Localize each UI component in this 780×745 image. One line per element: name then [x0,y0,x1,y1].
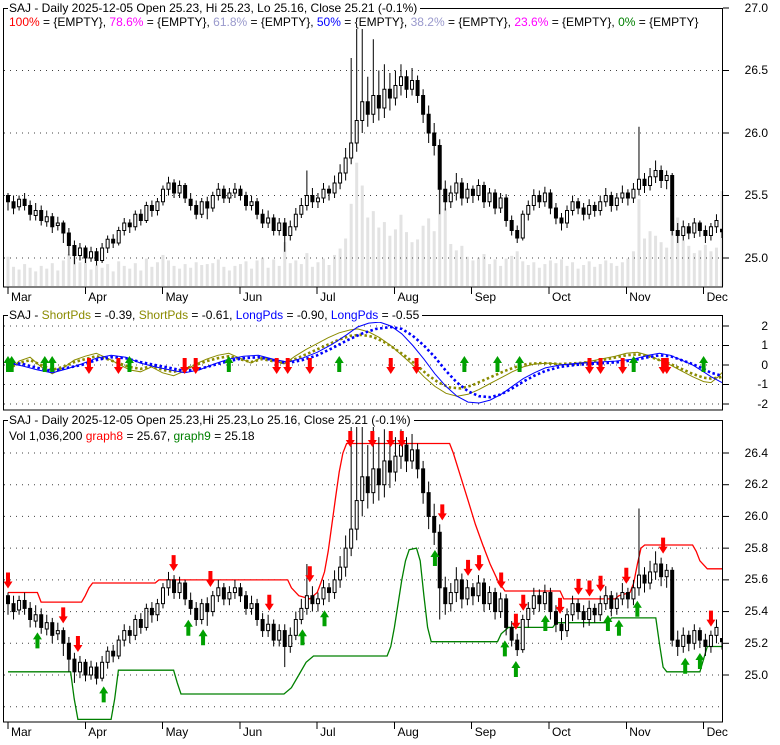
y-axis-label: 26.4 [744,445,768,460]
y-axis-label: 26.5 [744,63,768,77]
month-label: Apr [88,725,107,739]
month-label: May [165,290,189,304]
month-label: Nov [629,290,651,304]
month-label: Jul [320,725,336,739]
month-label: Mar [11,290,32,304]
month-label: Aug [397,290,419,304]
month-label: May [165,725,189,739]
y-axis-label: 26.2 [744,477,768,492]
fib-level-value: = {EMPTY}, [247,15,317,29]
fib-level-value: = {EMPTY}, [548,15,619,29]
indicator-label: ShortPds [41,308,92,322]
y-axis-label: 25.5 [744,188,768,202]
y-axis-label: 25.0 [744,667,768,682]
month-label: Mar [11,725,32,739]
y-axis-label: 2 [761,318,768,333]
month-label: Sep [474,725,497,739]
y-axis-label: 26.0 [744,125,768,140]
fib-level-label: 23.6% [514,15,549,29]
indicator-label: LongPds [235,308,284,322]
panel2-plot [3,321,729,405]
y-axis-label: 25.2 [744,635,768,650]
month-label: Jul [320,290,336,304]
month-label: Nov [629,725,651,739]
y-axis-label: 25.8 [744,540,768,555]
fib-level-label: 100% [9,15,40,29]
fib-level-value: = {EMPTY}, [340,15,411,29]
y-axis-label: -1 [757,377,768,391]
panel1-fib-legend: 100% = {EMPTY}, 78.6% = {EMPTY}, 61.8% =… [8,15,702,29]
fib-level-label: 0% [618,15,636,29]
volume-value: Vol 1,036,200 [9,429,86,443]
graph-value: = 25.67, [123,429,174,443]
chart-canvas[interactable] [0,0,780,745]
fib-level-label: 61.8% [213,15,248,29]
month-label: Aug [397,725,419,739]
panel3-volume-legend: Vol 1,036,200 graph8 = 25.67, graph9 = 2… [8,429,258,443]
fib-level-value: = {EMPTY}, [143,15,214,29]
fib-level-value: = {EMPTY} [635,15,699,29]
month-label: Oct [552,290,571,304]
month-label: Jun [242,725,263,739]
fib-level-value: = {EMPTY}, [39,15,110,29]
month-label: Dec [706,725,728,739]
y-axis-label: 0 [761,357,768,372]
indicator-value: = -0.90, [283,308,331,322]
fib-level-label: 38.2% [410,15,445,29]
indicator-value: = -0.39, [91,308,139,322]
month-label: Sep [474,290,497,304]
panel2-title: SAJ - ShortPds = -0.39, ShortPds = -0.61… [8,308,423,322]
indicator-value: = -0.61, [188,308,236,322]
month-label: Dec [706,290,728,304]
graph-value: = 25.18 [210,429,255,443]
y-axis-label: 27.0 [744,0,768,15]
fib-level-label: 50% [316,15,341,29]
symbol-label: SAJ - [9,308,42,322]
charting-app-window: SAJ - Daily 2025-12-05 Open 25.23, Hi 25… [0,0,780,745]
fib-level-value: = {EMPTY}, [444,15,515,29]
indicator-value: = -0.55 [378,308,420,322]
month-label: Jun [242,290,263,304]
panel1-plot [4,7,729,286]
indicator-label: LongPds [330,308,379,322]
graph-label: graph8 [85,429,124,443]
y-axis-label: 25.4 [744,604,768,619]
y-axis-label: 1 [761,338,768,352]
indicator-label: ShortPds [138,308,189,322]
fib-level-label: 78.6% [109,15,144,29]
month-label: Apr [88,290,107,304]
y-axis-label: 25.0 [744,250,768,265]
y-axis-label: 25.6 [744,572,768,587]
month-label: Oct [552,725,571,739]
panel1-title: SAJ - Daily 2025-12-05 Open 25.23, Hi 25… [8,1,421,15]
y-axis-label: 26.0 [744,508,768,523]
y-axis-label: -2 [757,396,768,411]
panel3-title: SAJ - Daily 2025-12-05 Open 25.23,Hi 25.… [8,413,414,427]
graph-label: graph9 [173,429,211,443]
